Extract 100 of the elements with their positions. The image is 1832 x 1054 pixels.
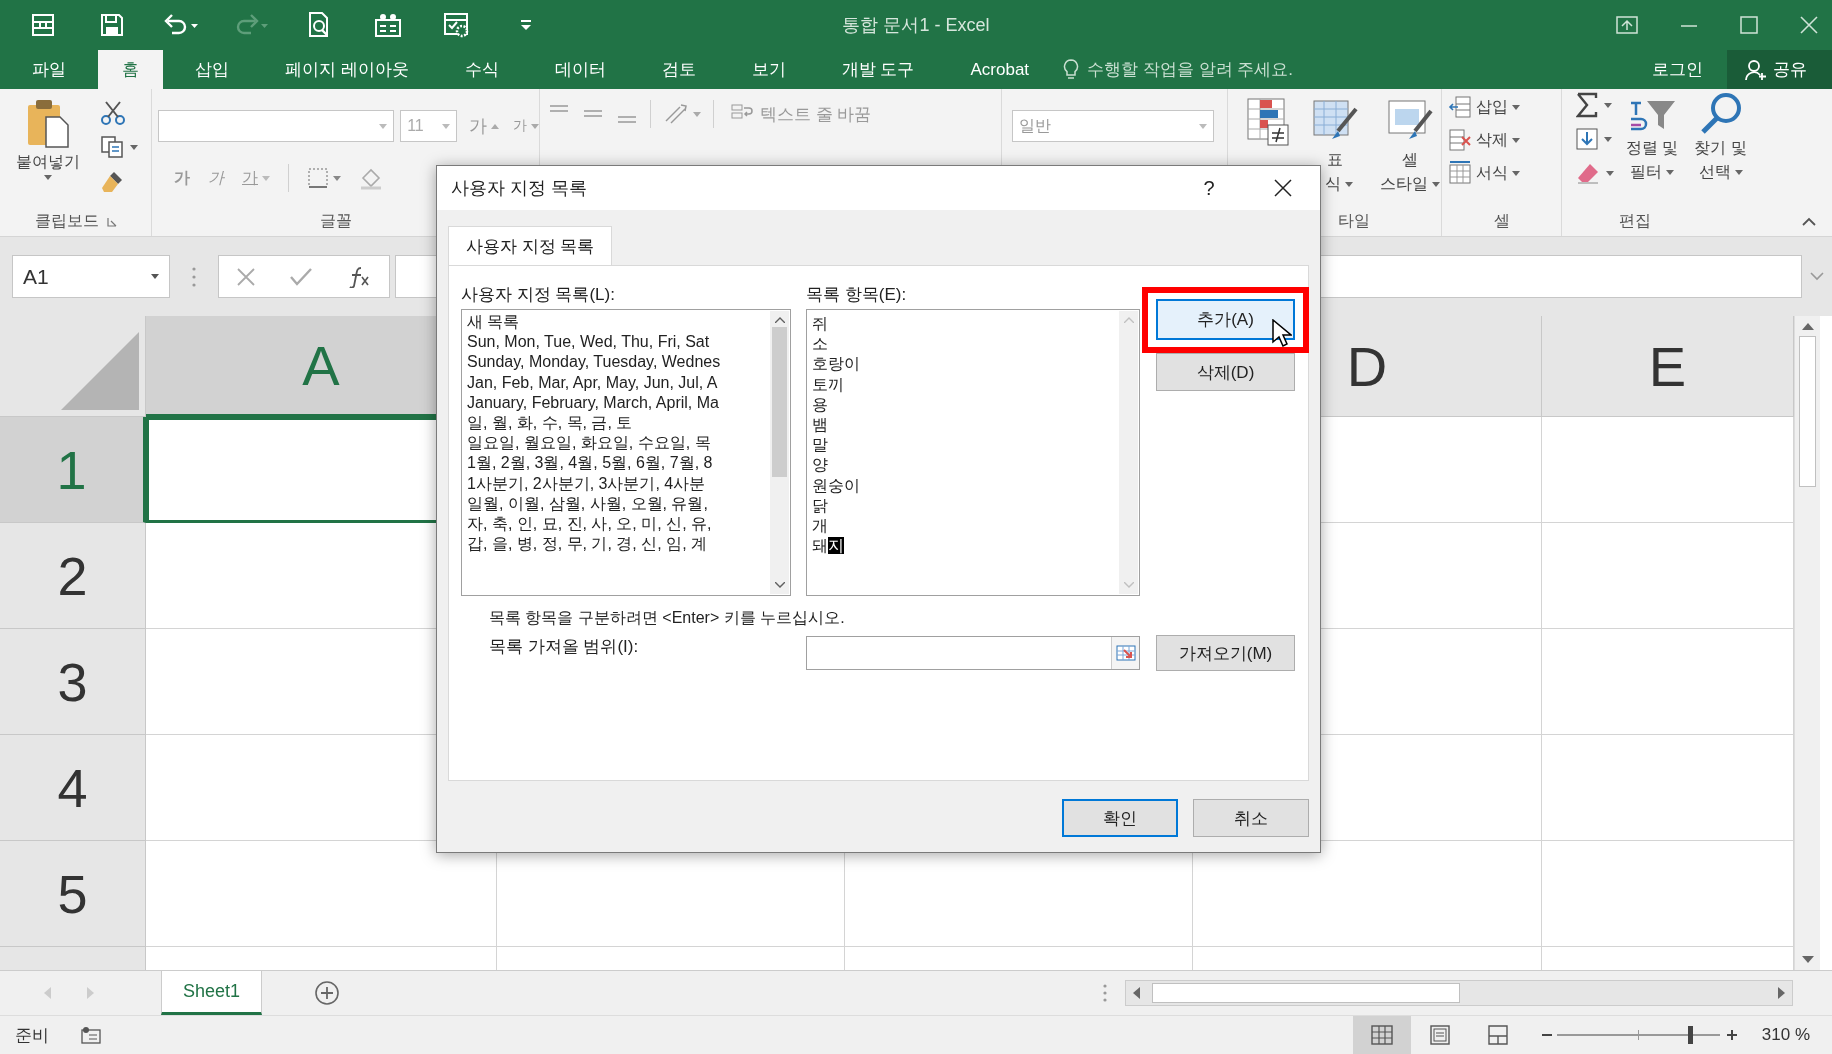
caret-icon (1199, 123, 1207, 129)
find-select-button[interactable]: 찾기 및 선택 (1690, 89, 1751, 207)
format-cells-button[interactable]: 서식 (1448, 159, 1520, 187)
print-preview-icon[interactable] (306, 12, 331, 38)
scroll-thumb[interactable] (1152, 983, 1460, 1003)
list-entry: 용 (812, 394, 829, 415)
field-label: 목록 가져올 범위(I): (488, 636, 640, 658)
autosum-button[interactable] (1576, 91, 1614, 119)
ribbon-tab[interactable]: 개발 도구 (817, 50, 939, 89)
sort-filter-button[interactable]: 정렬 및 필터 (1622, 89, 1683, 207)
custom-list-item[interactable]: 자, 축, 인, 묘, 진, 사, 오, 미, 신, 유, (467, 513, 769, 535)
cell-styles-button[interactable]: 셀 스타일 (1376, 89, 1444, 207)
custom-list-item[interactable]: 갑, 을, 병, 정, 무, 기, 경, 신, 임, 계 (467, 534, 769, 555)
checklist-icon[interactable] (373, 12, 402, 38)
ribbon-tab[interactable]: 파일 (8, 50, 90, 89)
sheet-tab[interactable]: Sheet1 (161, 971, 262, 1015)
custom-list-item[interactable]: 1사분기, 2사분기, 3사분기, 4사분 (467, 473, 769, 494)
format-cells-icon (1448, 161, 1472, 185)
scroll-down-icon[interactable] (1801, 956, 1814, 964)
list-entry: 소 (812, 334, 829, 355)
name-box[interactable]: A1 (12, 255, 170, 298)
undo-icon[interactable] (163, 13, 200, 37)
custom-list-item[interactable]: 일요일, 월요일, 화요일, 수요일, 목 (467, 433, 769, 454)
cancel-button[interactable]: 취소 (1193, 799, 1309, 837)
status-text: 준비 (14, 1024, 49, 1047)
check-icon[interactable] (290, 267, 312, 286)
scroll-thumb[interactable] (1799, 336, 1816, 487)
fill-down-icon (1576, 128, 1598, 150)
import-button[interactable]: 가져오기(M) (1156, 635, 1295, 671)
save-icon[interactable] (100, 13, 125, 37)
tell-me-field[interactable]: 수행할 작업을 알려 주세요. (1063, 50, 1293, 89)
gear-document-icon[interactable] (442, 12, 471, 38)
custom-list-item[interactable]: 1월, 2월, 3월, 4월, 5월, 6월, 7월, 8 (467, 453, 769, 474)
add-sheet-icon[interactable] (314, 980, 340, 1006)
font-name-field[interactable] (158, 110, 395, 142)
function-icon[interactable] (347, 265, 372, 288)
delete-cells-button[interactable]: 삭제 (1448, 126, 1520, 154)
cancel-icon[interactable] (236, 267, 255, 286)
grip-dots-icon (192, 266, 196, 287)
caret-icon (1512, 137, 1520, 143)
add-button[interactable]: 추가(A) (1156, 299, 1295, 340)
group-label: 클립보드 (34, 211, 99, 231)
copy-button[interactable] (100, 133, 138, 161)
row-header[interactable]: 1 (0, 417, 146, 523)
scroll-up-icon[interactable] (774, 317, 785, 323)
scroll-down-icon[interactable] (774, 582, 785, 588)
ribbon-tab[interactable]: Acrobat (946, 50, 1054, 89)
custom-lists-listbox[interactable] (461, 309, 791, 596)
page-break-icon (1486, 1025, 1509, 1045)
group-label: 셀 (1493, 211, 1510, 231)
ribbon-tab[interactable]: 홈 (98, 50, 163, 89)
delete-button[interactable]: 삭제(D) (1156, 353, 1295, 391)
row-header[interactable]: 5 (0, 841, 146, 947)
help-button[interactable]: ? (1172, 176, 1246, 200)
insert-cells-button[interactable]: 삽입 (1448, 93, 1520, 121)
window-title: 통합 문서1 - Excel (841, 14, 991, 37)
text-angle-icon[interactable] (663, 103, 689, 125)
row-header[interactable]: 2 (0, 523, 146, 629)
paint-bucket-icon[interactable] (359, 166, 383, 190)
scroll-up-icon[interactable] (1801, 322, 1814, 330)
zoom-level[interactable]: 310 % (1741, 1016, 1832, 1054)
paste-button[interactable]: 붙여넣기 (6, 89, 90, 207)
border-icon[interactable] (307, 167, 329, 189)
dialog-tab[interactable]: 사용자 지정 목록 (448, 226, 613, 265)
scroll-thumb[interactable] (772, 327, 787, 477)
zoom-in-icon[interactable] (1725, 1029, 1738, 1041)
macro-record-icon[interactable] (81, 1026, 101, 1044)
custom-list-item[interactable]: 일월, 이월, 삼월, 사월, 오월, 유월, (467, 493, 769, 514)
ribbon-tab[interactable]: 데이터 (530, 50, 630, 89)
expand-icon[interactable] (1810, 272, 1824, 281)
row-header[interactable]: 4 (0, 735, 146, 841)
customize-icon[interactable] (519, 19, 532, 31)
ribbon-tab[interactable]: 수식 (440, 50, 523, 89)
import-range-field[interactable] (806, 636, 1140, 670)
ribbon-tab[interactable]: 검토 (637, 50, 720, 89)
collapse-ribbon-icon[interactable] (1801, 217, 1816, 226)
caret-icon (1345, 181, 1353, 187)
ribbon-tab[interactable]: 페이지 레이아웃 (261, 50, 433, 89)
sign-in-link[interactable]: 로그인 (1628, 50, 1727, 89)
share-button[interactable]: 공유 (1727, 50, 1832, 89)
zoom-slider-thumb[interactable] (1688, 1026, 1694, 1044)
launcher-icon[interactable] (106, 216, 117, 227)
field-label: 사용자 지정 목록(L): (461, 284, 616, 306)
ribbon-tab[interactable]: 보기 (727, 50, 810, 89)
normal-view-button[interactable] (1352, 1016, 1411, 1054)
maximize-icon[interactable] (1740, 16, 1758, 34)
column-header[interactable]: E (1542, 316, 1794, 417)
scissors-icon[interactable] (100, 100, 126, 126)
ribbon-display-icon[interactable] (1616, 16, 1638, 34)
lightbulb-icon (1063, 58, 1080, 81)
ribbon-tab[interactable]: 삽입 (171, 50, 253, 89)
close-icon[interactable] (1274, 179, 1292, 197)
fill-button[interactable] (1576, 125, 1614, 153)
ok-button[interactable]: 확인 (1062, 799, 1178, 837)
range-picker-icon[interactable] (1115, 644, 1136, 662)
form-icon[interactable] (30, 12, 57, 38)
group-label: 편집 (1619, 211, 1651, 231)
row-header[interactable]: 3 (0, 629, 146, 735)
list-entry: 개 (812, 515, 829, 536)
caret-icon (1512, 170, 1520, 176)
